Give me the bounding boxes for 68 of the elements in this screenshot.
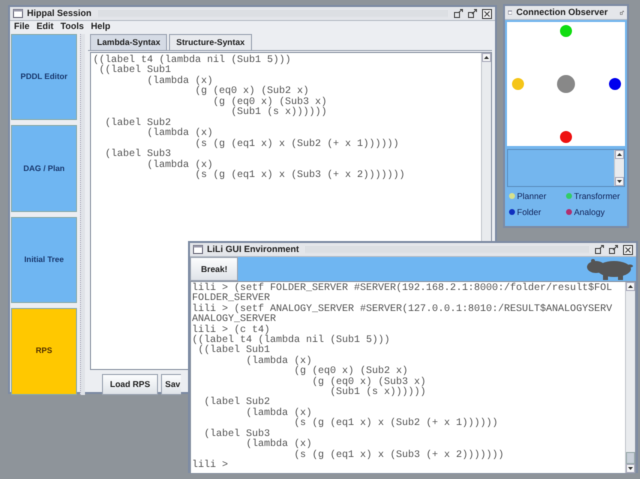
code-line: (g (eq0 x) (Sub2 x) (194, 87, 310, 98)
close-icon[interactable] (482, 8, 492, 18)
hippo-drawing (586, 257, 634, 281)
scroll-down-icon[interactable] (626, 464, 635, 474)
window-title: Connection Observer (516, 6, 608, 19)
tab[interactable]: Lambda-Syntax (90, 34, 168, 50)
restore-icon[interactable] (595, 244, 605, 254)
code-line: (lambda (x) (146, 76, 214, 87)
maximize-icon[interactable] (609, 244, 619, 254)
menu-item[interactable]: Edit (36, 20, 54, 34)
button[interactable]: Sav (161, 374, 182, 394)
console-line: (label Sub2 (203, 398, 270, 408)
restore-icon[interactable] (454, 8, 464, 18)
legend-label: Transformer (574, 190, 620, 203)
break-button[interactable]: Break! (190, 257, 238, 281)
tab[interactable]: Structure-Syntax (169, 34, 252, 50)
code-line: ((label t4 (lambda nil (Sub1 5))) (93, 56, 292, 66)
console-line: (label Sub3 (203, 430, 270, 440)
console-line: (g (eq0 x) (Sub3 x) (311, 378, 428, 388)
sidebar-button[interactable]: DAG / Plan (11, 125, 77, 212)
maximize-icon[interactable] (468, 8, 478, 18)
legend-label: Analogy (574, 206, 605, 218)
code-line: (label Sub3 (104, 150, 172, 160)
scroll-down-icon[interactable] (615, 177, 624, 186)
console-line: lili > (c t4) (192, 326, 270, 336)
sidebar-button[interactable]: Initial Tree (11, 216, 77, 304)
code-line: (s (g (eq1 x) x (Sub2 (+ x 1)))))) (194, 140, 400, 150)
console-line: lili > (setf ANALOGY_SERVER #SERVER(127.0.0.1:8010:/RESULT$ANALOGYSERV (192, 304, 614, 315)
code-line: (s (g (eq1 x) x (Sub3 (+ x 2))))))) (194, 171, 406, 182)
legend-label: Planner (517, 190, 546, 203)
console-line: (Sub1 (s x)))))) (329, 388, 428, 398)
code-line: (g (eq0 x) (Sub3 x) (212, 98, 328, 108)
code-line: (lambda (x) (146, 129, 214, 140)
sidebar-button[interactable]: RPS (11, 308, 77, 394)
window-icon (508, 8, 512, 17)
window-icon (193, 245, 203, 254)
console-line: (s (g (eq1 x) x (Sub2 (+ x 1)))))) (293, 419, 500, 430)
legend-label: Folder (517, 206, 542, 218)
scroll-up-icon[interactable] (615, 150, 624, 159)
console-line: (g (eq0 x) (Sub2 x) (293, 367, 410, 378)
console-line: (lambda (x) (245, 356, 314, 367)
scrollbar[interactable] (625, 282, 635, 474)
sidebar-button[interactable]: PDDL Editor (11, 34, 77, 120)
menu-item[interactable]: File (14, 20, 30, 34)
console-line: (s (g (eq1 x) x (Sub3 (+ x 2))))))) (293, 450, 506, 461)
menu-item[interactable]: Tools (60, 20, 84, 34)
scroll-thumb[interactable] (626, 452, 635, 464)
code-line: (lambda (x) (146, 160, 214, 171)
console-line: ((label Sub1 (197, 346, 270, 356)
console-line: lili > (192, 460, 230, 472)
console-line: ANALOGY_SERVER (192, 315, 278, 326)
window-title: Hippal Session (27, 6, 92, 20)
code-line: ((label Sub1 (98, 66, 172, 76)
scrollbar[interactable] (614, 150, 624, 186)
scroll-up-icon[interactable] (482, 52, 491, 62)
code-line: (label Sub2 (104, 118, 172, 129)
scroll-up-icon[interactable] (626, 282, 635, 291)
code-line: (Sub1 (s x)))))) (230, 108, 328, 119)
console-output[interactable] (190, 281, 636, 474)
window-title: LiLi GUI Environment (207, 242, 300, 256)
console-line: (lambda (x) (245, 440, 314, 450)
console-line: FOLDER_SERVER (192, 294, 270, 304)
menu-item[interactable]: Help (90, 20, 110, 34)
console-line: (lambda (x) (245, 408, 314, 419)
window-icon (13, 9, 23, 18)
close-icon[interactable] (623, 244, 633, 254)
console-line: lili > (setf FOLDER_SERVER #SERVER(192.168.2.1:8000:/folder/result$FOL (192, 284, 614, 294)
button[interactable]: Load RPS (102, 374, 158, 394)
